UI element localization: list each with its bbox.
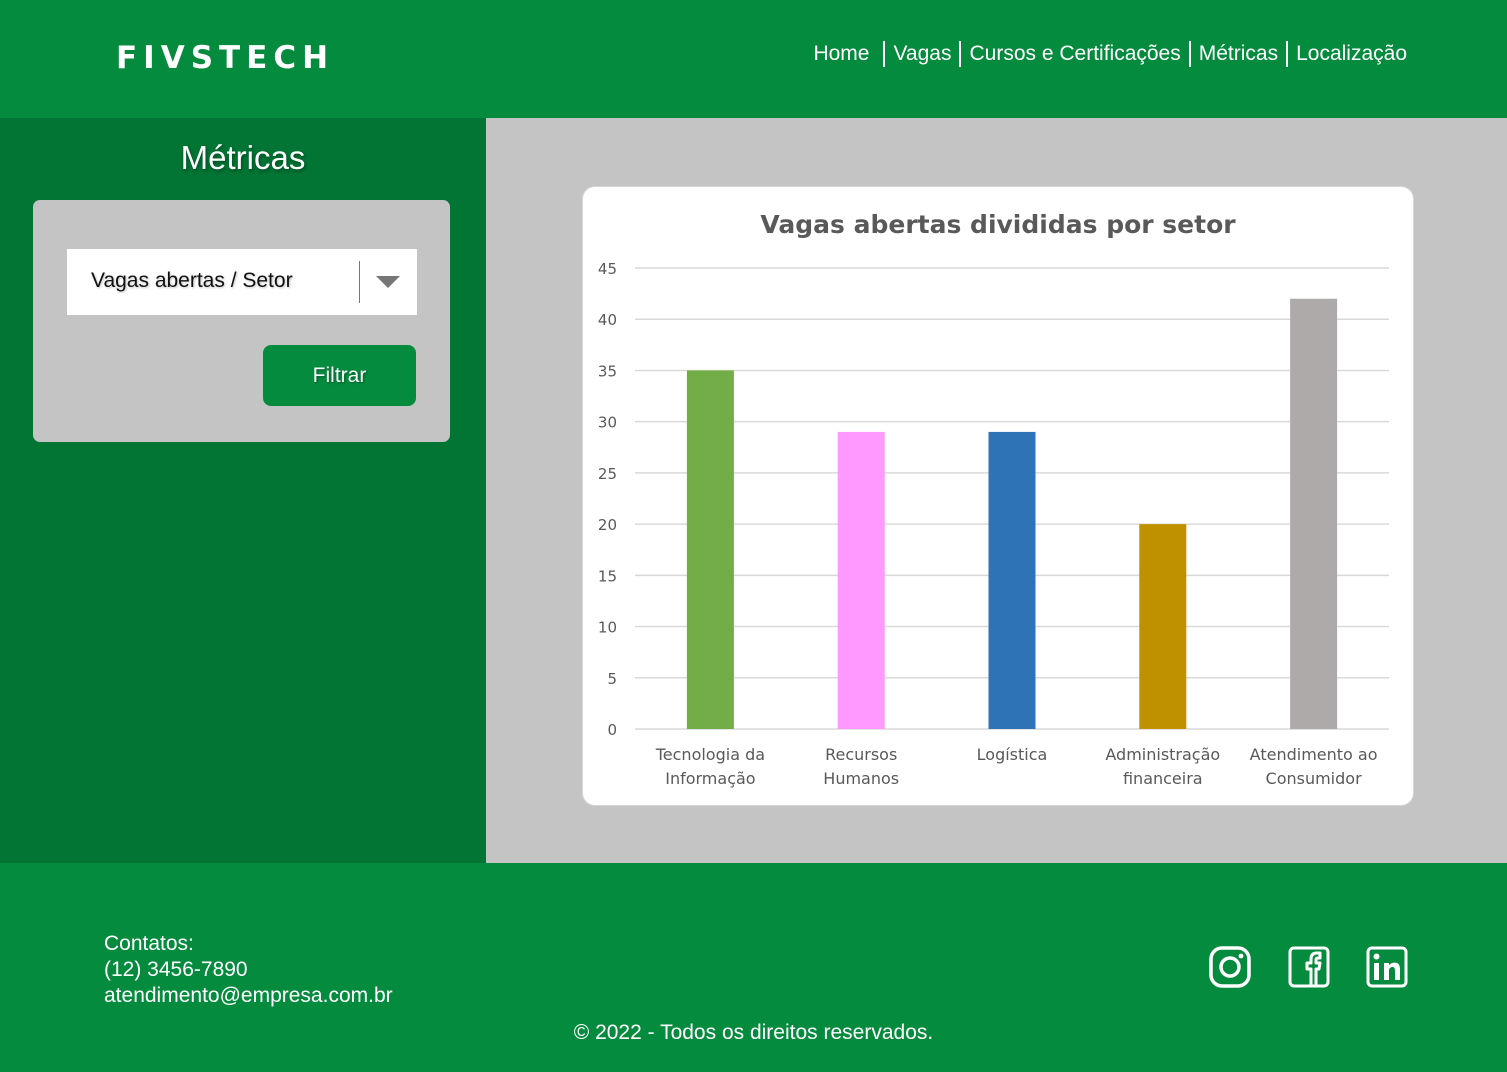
y-tick-label: 40 — [598, 311, 617, 329]
chart-card: Vagas abertas divididas por setor 0 5 10 15… — [582, 186, 1414, 806]
nav-divider — [1286, 41, 1289, 67]
y-tick-label: 25 — [598, 465, 617, 483]
x-tick-label: Tecnologia da — [655, 745, 765, 764]
metric-select-value: Vagas abertas / Setor — [91, 269, 293, 292]
bar-5 — [1290, 298, 1338, 729]
nav-cursos[interactable]: Cursos e Certificações — [969, 40, 1180, 68]
page-title: Métricas — [180, 139, 306, 176]
select-divider — [359, 261, 360, 303]
contacts-label: Contatos: — [104, 932, 194, 955]
x-tick-label: Consumidor — [1266, 769, 1363, 788]
sidebar: Métricas Vagas abertas / Setor Filtrar — [0, 118, 486, 863]
bar-2 — [837, 431, 885, 729]
filter-button[interactable]: Filtrar — [263, 345, 416, 406]
chevron-down-icon[interactable] — [376, 276, 400, 288]
y-tick-label: 45 — [598, 260, 617, 278]
x-tick-label: Logística — [977, 745, 1048, 764]
x-tick-label: Administração — [1105, 745, 1220, 764]
logo[interactable]: FIVSTECH — [116, 40, 334, 76]
linkedin-icon[interactable] — [1365, 945, 1409, 989]
filter-panel: Vagas abertas / Setor Filtrar — [33, 200, 450, 442]
x-tick-label: Recursos — [825, 745, 897, 764]
y-tick-label: 30 — [598, 414, 617, 432]
footer: Contatos: (12) 3456-7890 atendimento@emp… — [0, 863, 1507, 1072]
nav-vagas[interactable]: Vagas — [893, 40, 951, 68]
chart-title: Vagas abertas divididas por setor — [760, 210, 1236, 239]
x-tick-label: Informação — [665, 769, 755, 788]
main-nav: Home Vagas Cursos e Certificações Métric… — [813, 40, 1407, 68]
contact-phone: (12) 3456-7890 — [104, 958, 248, 981]
nav-divider — [1188, 41, 1191, 67]
nav-divider — [883, 41, 886, 67]
instagram-icon[interactable] — [1208, 945, 1252, 989]
main-content: Vagas abertas divididas por setor 0 5 10 15… — [486, 118, 1507, 863]
bar-3 — [988, 431, 1036, 729]
nav-localizacao[interactable]: Localização — [1296, 40, 1407, 68]
bar-1 — [686, 370, 734, 729]
y-tick-label: 0 — [607, 721, 617, 739]
nav-metricas[interactable]: Métricas — [1199, 40, 1278, 68]
facebook-icon[interactable] — [1287, 945, 1331, 989]
y-tick-label: 20 — [598, 516, 617, 534]
bar-chart: Vagas abertas divididas por setor 0 5 10 15… — [598, 210, 1389, 788]
x-tick-label: Humanos — [823, 769, 899, 788]
x-tick-label: financeira — [1123, 769, 1203, 788]
nav-divider — [959, 41, 962, 67]
x-tick-label: Atendimento ao — [1250, 745, 1378, 764]
contacts: Contatos: (12) 3456-7890 atendimento@emp… — [104, 931, 393, 1009]
y-tick-label: 35 — [598, 362, 617, 380]
contact-email[interactable]: atendimento@empresa.com.br — [104, 983, 393, 1009]
copyright: © 2022 - Todos os direitos reservados. — [573, 1021, 934, 1044]
nav-home[interactable]: Home — [813, 40, 869, 68]
bar-4 — [1139, 524, 1187, 729]
metric-select[interactable]: Vagas abertas / Setor — [67, 249, 417, 315]
header: FIVSTECH Home Vagas Cursos e Certificaçõ… — [0, 0, 1507, 118]
y-tick-label: 15 — [598, 567, 617, 585]
y-tick-label: 10 — [598, 619, 617, 637]
y-tick-label: 5 — [607, 670, 617, 688]
